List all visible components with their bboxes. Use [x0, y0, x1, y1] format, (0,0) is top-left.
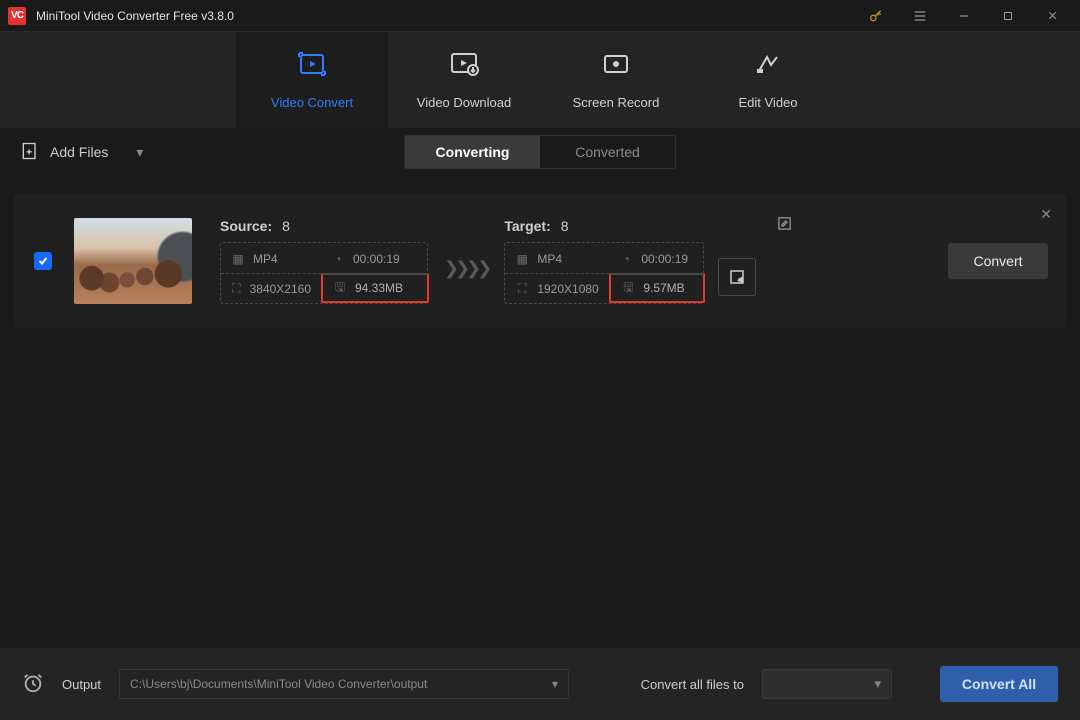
bottom-bar: Output C:\Users\bj\Documents\MiniTool Vi… [0, 648, 1080, 720]
filesize-icon: 🖫 [333, 278, 347, 299]
tab-label: Video Download [417, 95, 511, 110]
chevron-down-icon: ▾ [874, 676, 881, 692]
app-logo: VC [8, 7, 26, 25]
tab-video-download[interactable]: Video Download [388, 32, 540, 128]
toolbar: Add Files ▾ Converting Converted [0, 128, 1080, 176]
filesize-icon: 🖫 [621, 278, 635, 299]
target-label: Target: [504, 218, 550, 234]
duration-icon: ◔ [619, 252, 633, 266]
resolution-icon: ⛶ [231, 281, 242, 296]
tgt-size: 9.57MB [643, 281, 684, 295]
tab-screen-record[interactable]: Screen Record [540, 32, 692, 128]
source-grid: ▦ MP4 ◔ 00:00:19 ⛶ 3840X2160 🖫 94.33MB [220, 242, 428, 304]
tab-label: Video Convert [271, 95, 353, 110]
scheduler-icon[interactable] [22, 672, 44, 697]
convert-button[interactable]: Convert [948, 243, 1048, 279]
duration-icon: ◔ [331, 252, 345, 266]
source-block: Source: 8 ▦ MP4 ◔ 00:00:19 ⛶ 3840X2160 🖫 94.… [220, 218, 428, 304]
convert-all-button[interactable]: Convert All [940, 666, 1058, 702]
app-title: MiniTool Video Converter Free v3.8.0 [36, 9, 854, 23]
download-icon [449, 51, 479, 83]
edit-target-icon[interactable] [777, 216, 792, 234]
format-icon: ▦ [515, 252, 529, 266]
close-button[interactable] [1030, 1, 1074, 31]
resolution-icon: ⛶ [515, 281, 529, 296]
tab-label: Edit Video [738, 95, 797, 110]
content-area: Source: 8 ▦ MP4 ◔ 00:00:19 ⛶ 3840X2160 🖫 94.… [0, 176, 1080, 648]
output-path-text: C:\Users\bj\Documents\MiniTool Video Con… [130, 677, 427, 691]
edit-icon [753, 51, 783, 83]
tgt-format: MP4 [537, 252, 562, 266]
target-block: Target: 8 ▦ MP4 ◔ 00:00:19 ⛶ 1920X1080 🖫 9.5… [504, 218, 756, 304]
tab-edit-video[interactable]: Edit Video [692, 32, 844, 128]
menu-icon[interactable] [898, 1, 942, 31]
license-key-icon[interactable] [854, 1, 898, 31]
convert-all-format-selector[interactable]: ▾ [762, 669, 892, 699]
titlebar: VC MiniTool Video Converter Free v3.8.0 [0, 0, 1080, 32]
video-thumbnail[interactable] [74, 218, 192, 304]
source-label: Source: [220, 218, 272, 234]
src-format: MP4 [253, 252, 278, 266]
chevron-down-icon: ▾ [552, 677, 558, 691]
tab-label: Screen Record [573, 95, 660, 110]
src-resolution: 3840X2160 [250, 282, 311, 296]
tgt-duration: 00:00:19 [641, 252, 688, 266]
add-files-button[interactable]: Add Files ▾ [20, 141, 143, 164]
convert-all-files-label: Convert all files to [641, 677, 744, 692]
add-file-icon [20, 141, 40, 164]
format-icon: ▦ [231, 252, 245, 266]
arrow-icon: ❯❯❯❯ [428, 258, 504, 279]
convert-icon [297, 51, 327, 83]
status-segment: Converting Converted [404, 135, 676, 169]
seg-converted[interactable]: Converted [540, 136, 675, 168]
conversion-item: Source: 8 ▦ MP4 ◔ 00:00:19 ⛶ 3840X2160 🖫 94.… [14, 194, 1066, 328]
tab-video-convert[interactable]: Video Convert [236, 32, 388, 128]
src-size: 94.33MB [355, 281, 403, 295]
record-icon [601, 51, 631, 83]
target-grid: ▦ MP4 ◔ 00:00:19 ⛶ 1920X1080 🖫 9.57MB [504, 242, 704, 304]
maximize-button[interactable] [986, 1, 1030, 31]
output-label: Output [62, 677, 101, 692]
tgt-resolution: 1920X1080 [537, 282, 598, 296]
target-id: 8 [561, 218, 569, 234]
main-tabs: Video Convert Video Download Screen Reco… [0, 32, 1080, 128]
src-duration: 00:00:19 [353, 252, 400, 266]
output-settings-button[interactable] [718, 258, 756, 296]
seg-converting[interactable]: Converting [405, 136, 540, 168]
output-path-selector[interactable]: C:\Users\bj\Documents\MiniTool Video Con… [119, 669, 569, 699]
remove-item-button[interactable]: ✕ [1040, 206, 1052, 223]
source-id: 8 [282, 218, 290, 234]
add-files-label: Add Files [50, 144, 108, 160]
minimize-button[interactable] [942, 1, 986, 31]
item-checkbox[interactable] [34, 252, 52, 270]
dropdown-icon[interactable]: ▾ [136, 144, 143, 161]
